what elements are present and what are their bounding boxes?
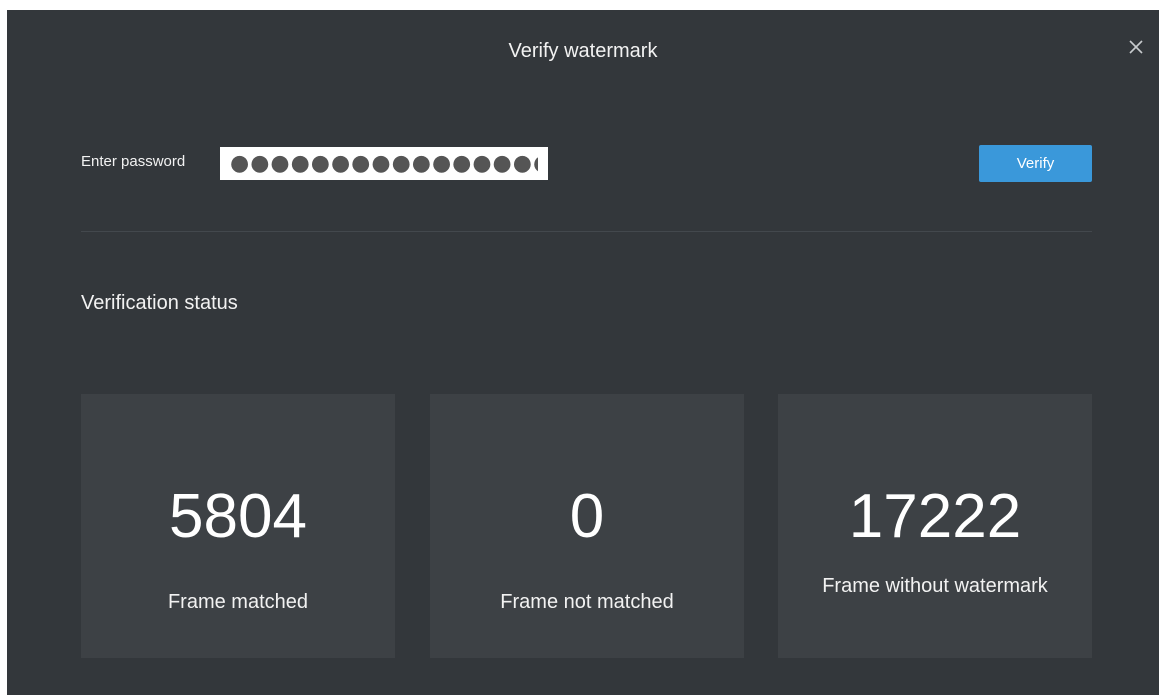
frame-not-matched-card: 0 Frame not matched <box>430 394 744 658</box>
frame-matched-label: Frame matched <box>167 591 309 613</box>
verify-watermark-dialog: Verify watermark Enter password Verify V… <box>7 10 1159 695</box>
frame-not-matched-label: Frame not matched <box>500 591 674 613</box>
close-icon <box>1129 40 1143 54</box>
frame-not-matched-count: 0 <box>569 482 605 551</box>
frame-without-watermark-count: 17222 <box>848 482 1022 551</box>
dialog-title: Verify watermark <box>508 40 658 62</box>
password-input[interactable] <box>220 147 548 180</box>
password-label: Enter password <box>81 153 186 170</box>
frame-matched-card: 5804 Frame matched <box>81 394 395 658</box>
close-button[interactable] <box>1125 36 1147 58</box>
verify-button[interactable]: Verify <box>979 145 1092 182</box>
frame-matched-count: 5804 <box>169 482 307 551</box>
frame-without-watermark-card: 17222 Frame without watermark <box>778 394 1092 658</box>
verification-status-heading: Verification status <box>81 292 238 314</box>
frame-without-watermark-label: Frame without watermark <box>822 575 1048 597</box>
divider <box>81 231 1092 232</box>
